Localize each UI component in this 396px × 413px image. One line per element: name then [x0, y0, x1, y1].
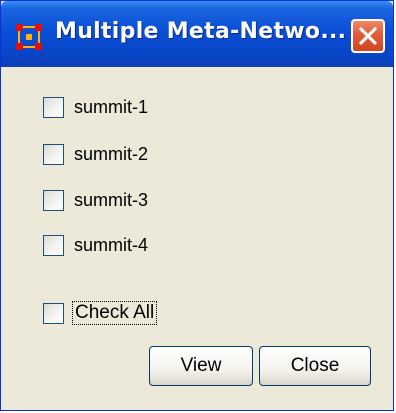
checkbox-row-summit-3[interactable]: summit-3 [43, 186, 148, 214]
checkbox[interactable] [43, 143, 64, 165]
dialog-content: summit-1 summit-2 summit-3 summit-4 Chec… [5, 67, 391, 408]
network-nodes-icon [15, 23, 43, 51]
checkbox[interactable] [43, 96, 64, 118]
checkbox-label[interactable]: summit-2 [74, 144, 148, 165]
checkbox-row-summit-2[interactable]: summit-2 [43, 140, 148, 168]
checkbox-row-summit-1[interactable]: summit-1 [43, 93, 148, 121]
check-all-checkbox[interactable] [43, 302, 64, 324]
close-window-button[interactable] [351, 19, 385, 53]
window-title: Multiple Meta-Netwo... [55, 19, 347, 44]
close-button[interactable]: Close [259, 346, 371, 386]
checkbox-label[interactable]: summit-3 [74, 190, 148, 211]
checkbox-label[interactable]: summit-1 [74, 97, 148, 118]
checkbox[interactable] [43, 189, 64, 211]
check-all-label[interactable]: Check All [72, 301, 158, 325]
view-button[interactable]: View [149, 346, 253, 386]
check-all-row[interactable]: Check All [43, 299, 158, 327]
title-bar[interactable]: Multiple Meta-Netwo... [1, 1, 393, 67]
checkbox-row-summit-4[interactable]: summit-4 [43, 231, 148, 259]
close-x-icon [359, 27, 377, 45]
dialog-window: Multiple Meta-Netwo... summit-1 summit-2… [0, 0, 394, 411]
checkbox-label[interactable]: summit-4 [74, 235, 148, 256]
checkbox[interactable] [43, 234, 64, 256]
